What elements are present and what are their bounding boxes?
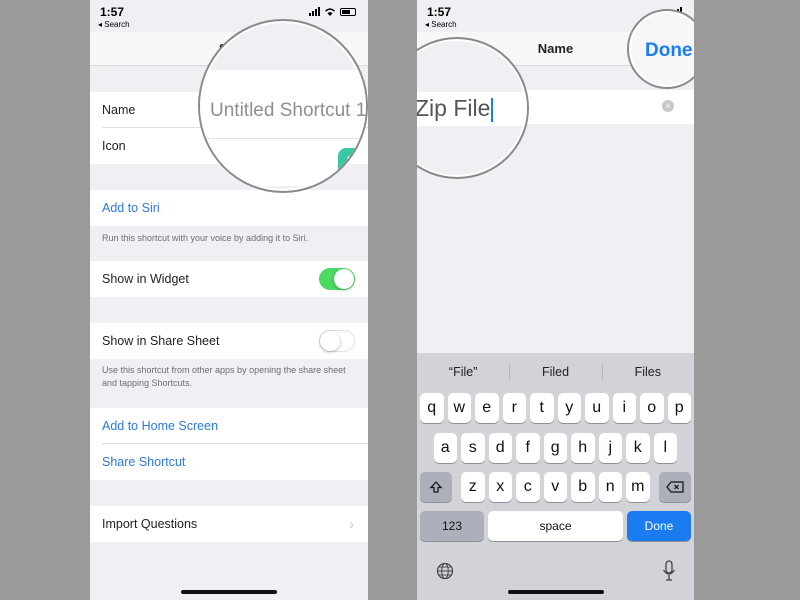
key-u[interactable]: u (585, 393, 609, 423)
key-n[interactable]: n (598, 472, 622, 502)
key-g[interactable]: g (543, 433, 567, 463)
import-questions-row[interactable]: Import Questions › (90, 506, 368, 542)
key-c[interactable]: c (516, 472, 540, 502)
key-e[interactable]: e (475, 393, 499, 423)
key-v[interactable]: v (543, 472, 567, 502)
numbers-key[interactable]: 123 (420, 511, 484, 541)
add-to-siri-label: Add to Siri (102, 201, 160, 215)
toggle-knob (334, 269, 354, 289)
key-y[interactable]: y (557, 393, 581, 423)
name-edit-screen: 1:57 ◂ Search Name × Zip File Done “File… (417, 0, 694, 600)
show-in-share-sheet-toggle[interactable] (319, 330, 355, 352)
delete-icon (666, 481, 684, 493)
key-x[interactable]: x (488, 472, 512, 502)
share-shortcut-label: Share Shortcut (102, 455, 186, 469)
shortcut-settings-screen: 1:57 ◂ Search Set Name Icon Add to Siri … (90, 0, 368, 600)
share-sheet-footnote: Use this shortcut from other apps by ope… (102, 365, 346, 389)
predictive-suggestions: “File” Filed Files (417, 353, 694, 391)
key-j[interactable]: j (598, 433, 622, 463)
status-bar: 1:57 ◂ Search (90, 0, 368, 32)
show-in-widget-row: Show in Widget (90, 261, 368, 297)
key-t[interactable]: t (530, 393, 554, 423)
globe-icon[interactable] (436, 562, 454, 580)
name-input-text: Zip File (417, 95, 491, 121)
show-in-share-sheet-row: Show in Share Sheet (90, 323, 368, 359)
back-to-search-link[interactable]: ◂ Search (425, 20, 457, 29)
key-z[interactable]: z (461, 472, 485, 502)
shift-key[interactable] (420, 472, 452, 502)
share-shortcut-button[interactable]: Share Shortcut (90, 444, 368, 480)
signal-icon (309, 7, 320, 16)
clear-text-icon[interactable]: × (662, 100, 674, 112)
text-cursor (491, 97, 494, 122)
toggle-knob (320, 331, 340, 351)
add-to-home-screen-button[interactable]: Add to Home Screen (90, 408, 368, 444)
key-b[interactable]: b (571, 472, 595, 502)
name-value[interactable]: Untitled Shortcut 1 (210, 100, 366, 122)
key-m[interactable]: m (626, 472, 650, 502)
status-icons (309, 7, 356, 16)
delete-key[interactable] (659, 472, 691, 502)
key-h[interactable]: h (571, 433, 595, 463)
suggestion-filed[interactable]: Filed (509, 353, 601, 391)
keyboard-done-key[interactable]: Done (627, 511, 691, 541)
home-indicator (507, 590, 604, 594)
keyboard: “File” Filed Files qwertyuiop asdfghjkl … (417, 353, 694, 600)
back-to-search-link[interactable]: ◂ Search (98, 20, 130, 29)
key-p[interactable]: p (667, 393, 691, 423)
done-button[interactable]: Done (645, 40, 693, 62)
key-r[interactable]: r (502, 393, 526, 423)
magnified-done-button: Done (627, 9, 694, 89)
key-f[interactable]: f (516, 433, 540, 463)
home-indicator (181, 590, 277, 594)
key-o[interactable]: o (640, 393, 664, 423)
key-s[interactable]: s (461, 433, 485, 463)
chevron-right-icon: › (349, 516, 354, 532)
key-k[interactable]: k (626, 433, 650, 463)
import-questions-label: Import Questions (102, 517, 198, 531)
name-input[interactable]: Zip File (417, 95, 494, 122)
show-in-share-sheet-label: Show in Share Sheet (102, 334, 220, 348)
key-l[interactable]: l (653, 433, 677, 463)
key-q[interactable]: q (420, 393, 444, 423)
key-i[interactable]: i (612, 393, 636, 423)
key-a[interactable]: a (433, 433, 457, 463)
wifi-icon (325, 8, 335, 16)
icon-label: Icon (102, 139, 126, 153)
divider (200, 138, 366, 139)
suggestion-file-quoted[interactable]: “File” (417, 353, 509, 391)
shift-icon (429, 481, 443, 493)
add-to-siri-button[interactable]: Add to Siri (90, 190, 368, 226)
space-key[interactable]: space (488, 511, 623, 541)
name-label: Name (102, 103, 136, 117)
shortcut-wand-icon[interactable] (338, 148, 366, 184)
add-to-home-screen-label: Add to Home Screen (102, 419, 219, 433)
status-time: 1:57 (100, 5, 125, 19)
microphone-icon[interactable] (662, 560, 676, 582)
siri-footnote: Run this shortcut with your voice by add… (102, 233, 309, 243)
show-in-widget-label: Show in Widget (102, 272, 189, 286)
key-w[interactable]: w (447, 393, 471, 423)
key-d[interactable]: d (488, 433, 512, 463)
show-in-widget-toggle[interactable] (319, 268, 355, 290)
magnified-name-field: Untitled Shortcut 1 (198, 19, 368, 193)
suggestion-files[interactable]: Files (601, 353, 694, 391)
battery-icon (340, 7, 356, 16)
status-time: 1:57 (427, 5, 452, 19)
